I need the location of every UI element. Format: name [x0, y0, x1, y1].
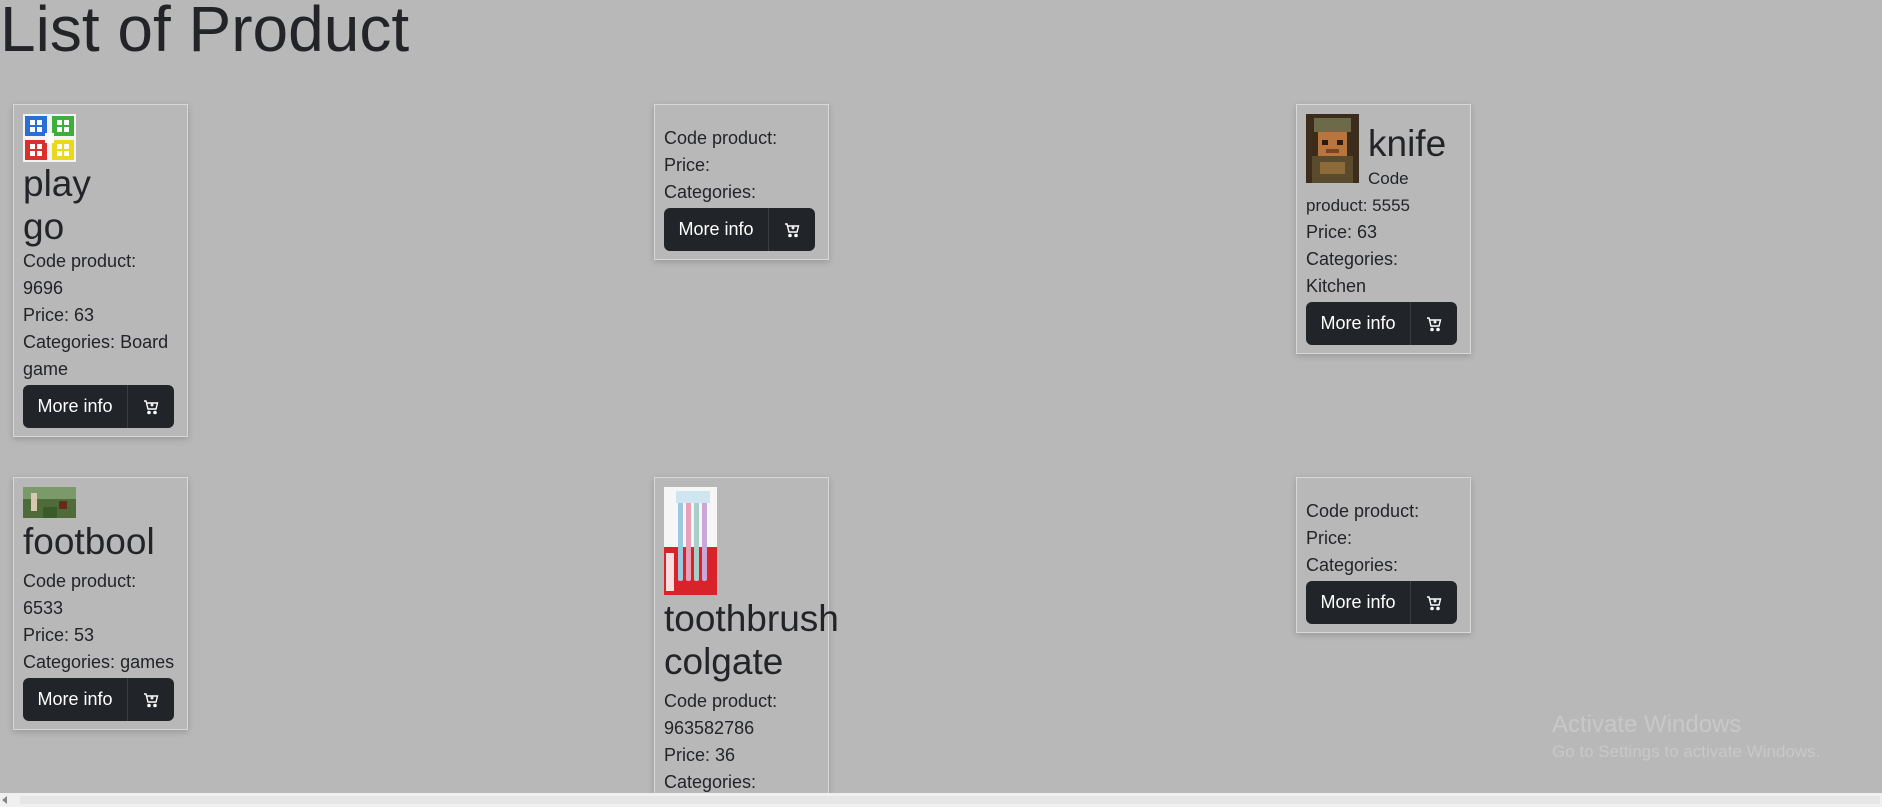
code-label: Code product:: [664, 128, 778, 148]
scroll-left-arrow-icon[interactable]: [2, 796, 7, 804]
cart-add-icon: [1427, 316, 1442, 331]
activate-windows-watermark: Activate Windows Go to Settings to activ…: [1552, 710, 1820, 764]
categories-label: Categories:: [1306, 555, 1399, 575]
code-label: Code product:: [664, 691, 778, 711]
categories-label: Categories:: [1306, 249, 1399, 269]
product-image: [23, 114, 76, 162]
categories-label: Categories:: [23, 332, 116, 352]
cart-add-icon: [144, 399, 159, 414]
product-card: play go Code product: 9696 Price: 63 Cat…: [13, 104, 188, 437]
code-label: Code product:: [23, 251, 137, 271]
price-label: Price:: [23, 625, 70, 645]
code-value: 963582786: [664, 718, 755, 738]
product-card: footbool Code product: 6533 Price: 53 Ca…: [13, 477, 188, 730]
more-info-button[interactable]: More info: [664, 208, 768, 251]
product-card: knife Code product: 5555 Price: 63 Categ…: [1296, 104, 1471, 354]
price-label: Price:: [1306, 222, 1353, 242]
product-card: toothbrush colgate Code product: 9635827…: [654, 477, 839, 795]
cart-add-icon: [1427, 595, 1442, 610]
price-label: Price:: [664, 155, 711, 175]
code-label: Code product:: [1306, 501, 1420, 521]
add-to-cart-button[interactable]: [127, 385, 174, 428]
categories-value: Kitchen: [1306, 276, 1367, 296]
more-info-button[interactable]: More info: [23, 385, 127, 428]
page-title: List of Product: [0, 0, 410, 65]
product-image: [1306, 114, 1359, 183]
horizontal-scrollbar[interactable]: [0, 793, 1882, 807]
product-name: footbool: [23, 521, 155, 562]
cart-add-icon: [144, 692, 159, 707]
watermark-subtitle: Go to Settings to activate Windows.: [1552, 742, 1821, 761]
price-value: 63: [74, 305, 95, 325]
product-card: Code product: Price: Categories: More in…: [654, 104, 829, 260]
categories-label: Categories:: [664, 772, 757, 792]
more-info-button[interactable]: More info: [23, 678, 127, 721]
categories-label: Categories:: [23, 652, 116, 672]
categories-label: Categories:: [664, 182, 757, 202]
price-label: Price:: [23, 305, 70, 325]
price-value: 53: [74, 625, 95, 645]
add-to-cart-button[interactable]: [768, 208, 815, 251]
add-to-cart-button[interactable]: [1410, 302, 1457, 345]
categories-value: games: [120, 652, 175, 672]
code-value: 6533: [23, 598, 64, 618]
product-image: [23, 487, 76, 518]
code-value: 5555: [1372, 196, 1410, 215]
add-to-cart-button[interactable]: [1410, 581, 1457, 624]
code-value: 9696: [23, 278, 64, 298]
add-to-cart-button[interactable]: [127, 678, 174, 721]
scrollbar-thumb[interactable]: [20, 796, 1880, 804]
product-card: Code product: Price: Categories: More in…: [1296, 477, 1471, 633]
product-image: [664, 487, 717, 595]
product-name: toothbrush colgate: [664, 598, 839, 682]
more-info-button[interactable]: More info: [1306, 302, 1410, 345]
cart-add-icon: [785, 222, 800, 237]
price-label: Price:: [1306, 528, 1353, 548]
price-value: 36: [715, 745, 736, 765]
code-label: Code product:: [23, 571, 137, 591]
price-label: Price:: [664, 745, 711, 765]
more-info-button[interactable]: More info: [1306, 581, 1410, 624]
price-value: 63: [1357, 222, 1378, 242]
watermark-title: Activate Windows: [1552, 711, 1742, 738]
